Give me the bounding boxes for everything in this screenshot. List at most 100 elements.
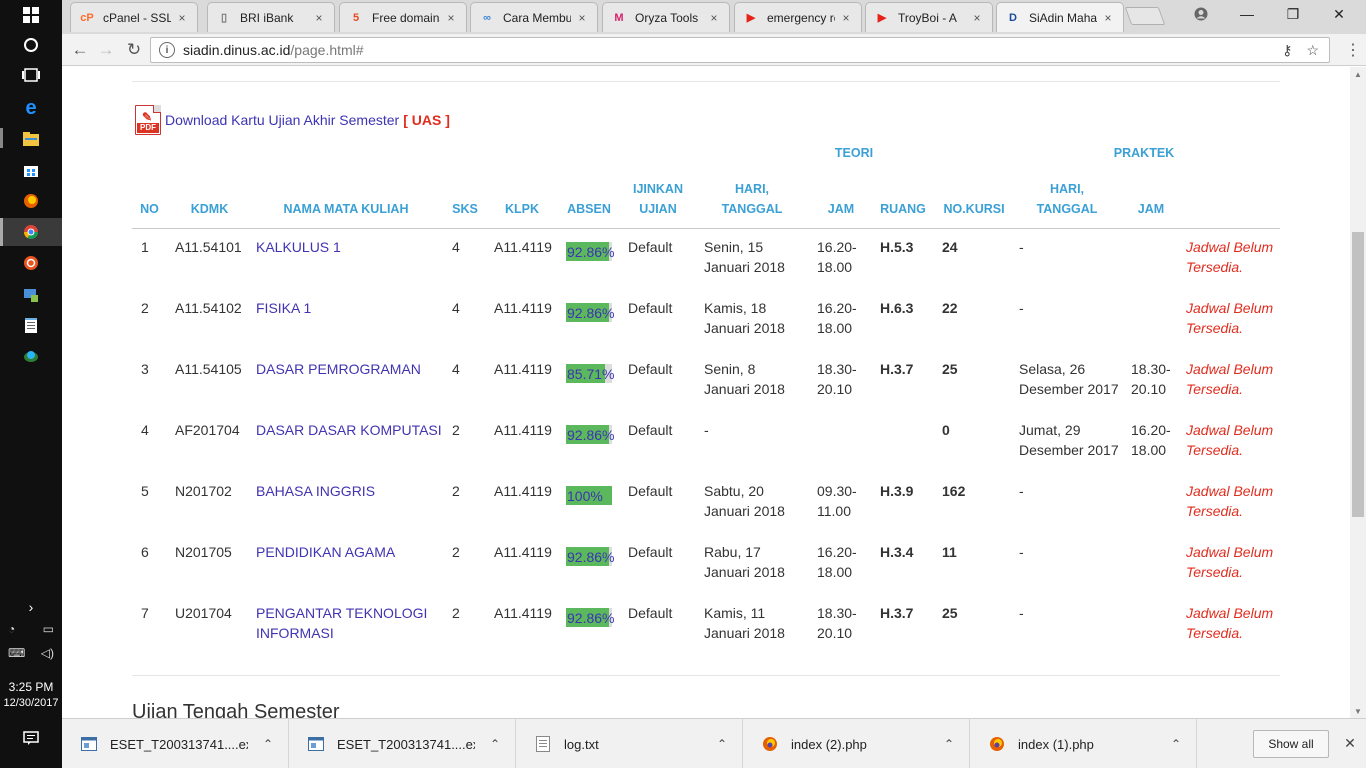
cell-jam-2: 18.00 — [817, 564, 853, 580]
tab-close-icon[interactable]: × — [839, 11, 853, 25]
scroll-up-arrow-icon[interactable]: ▲ — [1350, 67, 1366, 81]
cell-klpk: A11.4119 — [494, 483, 552, 499]
cell-p-hari-1: - — [1019, 544, 1024, 560]
clock-date[interactable]: 12/30/2017 — [0, 697, 62, 709]
course-name-link[interactable]: DASAR DASAR KOMPUTASI — [256, 420, 442, 440]
browser-tab[interactable]: cP cPanel - SSL/ × — [70, 2, 198, 32]
new-tab-button[interactable] — [1124, 7, 1166, 25]
download-item[interactable]: ESET_T200313741....exe ⌃ — [289, 719, 516, 768]
text-file-icon — [534, 735, 552, 753]
chevron-up-icon[interactable]: ⌃ — [702, 737, 742, 751]
windows-start-icon[interactable] — [16, 2, 46, 28]
tab-title: BRI iBank — [240, 10, 294, 25]
browser-tab[interactable]: D SiAdin Mahas × — [996, 2, 1124, 32]
pdf-icon[interactable]: ✎ PDF — [135, 105, 161, 135]
course-name-link[interactable]: BAHASA INGGRIS — [256, 481, 375, 501]
cell-jam-2: 18.00 — [817, 259, 853, 275]
tab-close-icon[interactable]: × — [970, 11, 984, 25]
chevron-up-icon[interactable]: ⌃ — [929, 737, 969, 751]
download-item[interactable]: index (2).php ⌃ — [743, 719, 970, 768]
chevron-up-icon[interactable]: ⌃ — [1156, 737, 1196, 751]
download-item[interactable]: log.txt ⌃ — [516, 719, 743, 768]
clock-time[interactable]: 3:25 PM — [0, 680, 62, 694]
key-icon[interactable]: ⚷ — [1282, 42, 1292, 59]
firefox-icon[interactable] — [16, 188, 46, 214]
tab-close-icon[interactable]: × — [575, 11, 589, 25]
profile-icon[interactable] — [1178, 0, 1224, 28]
task-view-icon[interactable] — [16, 62, 46, 88]
course-name-link-line2[interactable]: INFORMASI — [256, 623, 334, 643]
scroll-down-arrow-icon[interactable]: ▼ — [1350, 704, 1366, 718]
download-item[interactable]: index (1).php ⌃ — [970, 719, 1197, 768]
back-button[interactable]: ← — [68, 38, 92, 62]
tray-icons-row-1: ◔ ▭ — [8, 622, 54, 636]
cell-p-hari-1: - — [1019, 300, 1024, 316]
course-name-link[interactable]: DASAR PEMROGRAMAN — [256, 359, 421, 379]
forward-button[interactable]: → — [94, 38, 118, 62]
browser-tab[interactable]: M Oryza Tools × — [602, 2, 730, 32]
site-info-icon[interactable]: i — [159, 42, 175, 58]
cell-jam-2: 18.00 — [817, 320, 853, 336]
cell-status-2: Tersedia. — [1186, 381, 1244, 397]
store-icon[interactable] — [16, 157, 46, 183]
cell-sks: 2 — [452, 483, 460, 499]
reload-button[interactable]: ↻ — [122, 38, 146, 62]
tab-close-icon[interactable]: × — [444, 11, 458, 25]
course-name-link[interactable]: PENGANTAR TEKNOLOGI — [256, 603, 427, 623]
chevron-up-icon[interactable]: ⌃ — [248, 737, 288, 751]
page-scrollbar[interactable]: ▲ ▼ — [1350, 67, 1366, 718]
show-all-downloads-button[interactable]: Show all — [1253, 730, 1329, 758]
download-item[interactable]: ESET_T200313741....exe ⌃ — [62, 719, 289, 768]
remote-desktop-icon[interactable] — [16, 282, 46, 308]
group-header-praktek: PRAKTEK — [1113, 146, 1175, 160]
windows-taskbar: e › ◔ ▭ ⌨ ◁) 3:25 PM 12/30/2017 — [0, 0, 62, 768]
course-name-link[interactable]: FISIKA 1 — [256, 298, 311, 318]
chrome-taskbar-icon[interactable] — [0, 218, 62, 246]
browser-tab[interactable]: ▶ emergency re × — [734, 2, 862, 32]
cell-no: 7 — [141, 605, 149, 621]
download-uas-card-link[interactable]: Download Kartu Ujian Akhir Semester — [165, 112, 399, 128]
tray-icons-row-2: ⌨ ◁) — [8, 646, 54, 660]
link-icon: ∞ — [483, 11, 491, 24]
file-explorer-icon[interactable] — [16, 126, 46, 152]
tab-close-icon[interactable]: × — [1101, 11, 1115, 25]
minimize-button[interactable]: — — [1224, 0, 1270, 28]
scrollbar-thumb[interactable] — [1352, 232, 1364, 517]
running-indicator — [0, 128, 3, 148]
close-window-button[interactable]: ✕ — [1316, 0, 1362, 28]
cell-jam-1: 16.20- — [817, 544, 857, 560]
table-row: 6 N201705 PENDIDIKAN AGAMA 2 A11.4119 Default… — [132, 534, 1280, 595]
battery-icon[interactable]: ▭ — [43, 622, 54, 636]
course-name-link[interactable]: PENDIDIKAN AGAMA — [256, 542, 395, 562]
tab-close-icon[interactable]: × — [175, 11, 189, 25]
cell-p-jam-2: 20.10 — [1131, 381, 1167, 397]
restore-button[interactable]: ❐ — [1270, 0, 1316, 28]
cell-hari-2: Januari 2018 — [704, 625, 785, 641]
chrome-menu-icon[interactable]: ⋮ — [1345, 38, 1361, 62]
cell-sks: 2 — [452, 605, 460, 621]
notepad-icon[interactable] — [16, 313, 46, 339]
address-bar[interactable]: i siadin.dinus.ac.id/page.html# ⚷ ☆ — [150, 37, 1330, 63]
tab-close-icon[interactable]: × — [312, 11, 326, 25]
bookmark-star-icon[interactable]: ☆ — [1306, 42, 1319, 59]
ubuntu-icon[interactable] — [16, 250, 46, 276]
browser-tab[interactable]: 5 Free domains × — [339, 2, 467, 32]
volume-icon[interactable]: ◁) — [41, 646, 54, 660]
browser-tab[interactable]: ∞ Cara Membu × — [470, 2, 598, 32]
cell-kursi: 22 — [942, 300, 958, 316]
tab-close-icon[interactable]: × — [707, 11, 721, 25]
keyboard-icon[interactable]: ⌨ — [8, 646, 25, 660]
cortana-icon[interactable] — [16, 32, 46, 58]
browser-tab[interactable]: ▯ BRI iBank × — [207, 2, 335, 32]
table-row: 3 A11.54105 DASAR PEMROGRAMAN 4 A11.4119 Defa… — [132, 351, 1280, 412]
edge-icon[interactable]: e — [16, 95, 46, 121]
chevron-up-icon[interactable]: ⌃ — [475, 737, 515, 751]
show-hidden-icons-chevron-icon[interactable]: › — [16, 594, 46, 620]
course-name-link[interactable]: KALKULUS 1 — [256, 237, 341, 257]
uas-tag[interactable]: [ UAS ] — [403, 112, 450, 128]
network-globe-icon[interactable] — [16, 343, 46, 369]
close-downloads-bar-icon[interactable]: ✕ — [1340, 733, 1360, 753]
wifi-icon[interactable]: ◔ — [8, 622, 15, 636]
action-center-icon[interactable] — [0, 718, 62, 758]
browser-tab[interactable]: ▶ TroyBoi - A × — [865, 2, 993, 32]
